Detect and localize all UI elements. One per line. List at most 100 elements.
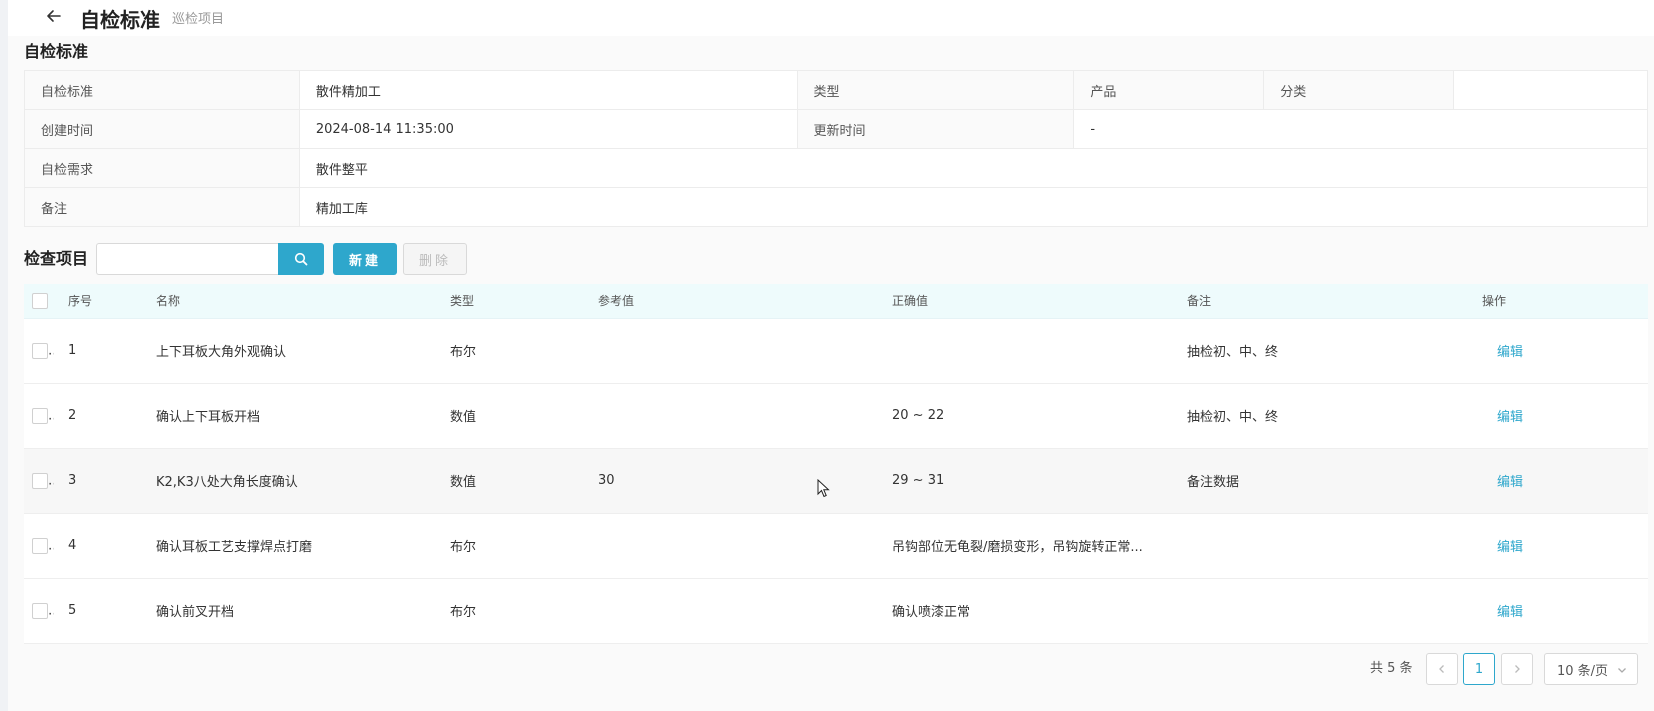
- cell-type: 布尔: [436, 578, 584, 644]
- column-header: 类型: [436, 284, 584, 319]
- row-select-cell: [24, 318, 54, 384]
- edit-link[interactable]: 编辑: [1497, 345, 1523, 360]
- row-select-cell: [24, 578, 54, 644]
- page-size-select[interactable]: 10 条/页: [1544, 653, 1638, 685]
- info-row: 备注 精加工库: [24, 187, 1649, 227]
- column-header: 序号: [54, 284, 142, 319]
- page: 自检标准 巡检项目 自检标准 自检标准 散件精加工 类型 产品 分类 创建时间 …: [0, 0, 1654, 711]
- cell-correct: 29 ~ 31: [878, 448, 1173, 514]
- row-checkbox[interactable]: [32, 472, 48, 489]
- row-checkbox[interactable]: [32, 407, 48, 424]
- row-checkbox[interactable]: [32, 537, 48, 554]
- column-header: 名称: [142, 284, 436, 319]
- info-row: 自检需求 散件整平: [24, 148, 1649, 188]
- items-table: 序号 名称 类型 参考值 正确值 备注 操作 1 上下耳板大角外观确认 布尔 抽…: [24, 284, 1648, 644]
- cell-action: 编辑: [1468, 383, 1648, 449]
- info-value: -: [1073, 109, 1648, 149]
- cell-no: 4: [54, 513, 142, 579]
- cell-name: 确认前叉开档: [142, 578, 436, 644]
- table-header-row: 序号 名称 类型 参考值 正确值 备注 操作: [24, 284, 1648, 319]
- info-label: 备注: [24, 187, 300, 227]
- row-select-cell: [24, 513, 54, 579]
- cell-name: K2,K3八处大角长度确认: [142, 448, 436, 514]
- page-number-button[interactable]: 1: [1463, 653, 1495, 685]
- cell-type: 布尔: [436, 318, 584, 384]
- cell-ref: [584, 513, 878, 579]
- search-input[interactable]: [96, 243, 278, 275]
- cell-action: 编辑: [1468, 318, 1648, 384]
- next-page-button[interactable]: [1501, 653, 1533, 685]
- table-row: 2 确认上下耳板开档 数值 20 ~ 22 抽检初、中、终 编辑: [24, 383, 1648, 449]
- items-toolbar: 检查项目 新建 删除: [24, 241, 1648, 275]
- edit-link[interactable]: 编辑: [1497, 410, 1523, 425]
- cell-correct: 确认喷漆正常: [878, 578, 1173, 644]
- row-select-cell: [24, 448, 54, 514]
- info-label: 自检标准: [24, 70, 300, 110]
- info-label: 分类: [1263, 70, 1455, 110]
- cell-type: 布尔: [436, 513, 584, 579]
- row-select-cell: [24, 383, 54, 449]
- page-subtitle: 巡检项目: [172, 12, 225, 27]
- row-checkbox[interactable]: [32, 602, 48, 619]
- left-strip: [0, 0, 8, 711]
- info-label: 类型: [796, 70, 1075, 110]
- cell-action: 编辑: [1468, 578, 1648, 644]
- cell-ref: [584, 383, 878, 449]
- edit-link[interactable]: 编辑: [1497, 540, 1523, 555]
- cell-correct: 20 ~ 22: [878, 383, 1173, 449]
- row-checkbox[interactable]: [32, 342, 48, 359]
- info-label: 更新时间: [796, 109, 1075, 149]
- info-value: 散件精加工: [298, 70, 798, 110]
- pagination-total: 共 5 条: [1370, 661, 1413, 676]
- chevron-right-icon: [1515, 665, 1520, 673]
- search-icon: [294, 252, 308, 266]
- delete-button[interactable]: 删除: [403, 243, 467, 275]
- info-row: 创建时间 2024-08-14 11:35:00 更新时间 -: [24, 109, 1648, 149]
- column-header: 参考值: [584, 284, 878, 319]
- info-section-title: 自检标准: [24, 42, 89, 61]
- page-title: 自检标准: [80, 8, 160, 32]
- select-all-checkbox[interactable]: [32, 292, 48, 309]
- cell-name: 确认上下耳板开档: [142, 383, 436, 449]
- search-button[interactable]: [278, 243, 324, 275]
- table-row: 4 确认耳板工艺支撑焊点打磨 布尔 吊钩部位无龟裂/磨损变形，吊钩旋转正常...…: [24, 513, 1648, 579]
- cell-name: 确认耳板工艺支撑焊点打磨: [142, 513, 436, 579]
- cell-action: 编辑: [1468, 448, 1648, 514]
- chevron-down-icon: [1618, 668, 1626, 673]
- cell-ref: [584, 318, 878, 384]
- prev-page-button[interactable]: [1426, 653, 1458, 685]
- cell-no: 1: [54, 318, 142, 384]
- column-header: 正确值: [878, 284, 1173, 319]
- table-row: 3 K2,K3八处大角长度确认 数值 30 29 ~ 31 备注数据 编辑: [24, 448, 1648, 514]
- column-header: 操作: [1468, 284, 1648, 319]
- info-row: 自检标准 散件精加工 类型 产品 分类: [24, 70, 1648, 110]
- cell-note: 抽检初、中、终: [1173, 383, 1468, 449]
- table-row: 5 确认前叉开档 布尔 确认喷漆正常 编辑: [24, 578, 1648, 644]
- info-value: 散件整平: [298, 148, 1649, 188]
- cell-no: 2: [54, 383, 142, 449]
- edit-link[interactable]: 编辑: [1497, 605, 1523, 620]
- info-label: 产品: [1073, 70, 1265, 110]
- edit-link[interactable]: 编辑: [1497, 475, 1523, 490]
- back-button[interactable]: [44, 6, 64, 26]
- cell-ref: [584, 578, 878, 644]
- info-value: 2024-08-14 11:35:00: [298, 109, 798, 149]
- info-label: 创建时间: [24, 109, 300, 149]
- cell-note: 备注数据: [1173, 448, 1468, 514]
- new-button[interactable]: 新建: [333, 243, 397, 275]
- cell-no: 3: [54, 448, 142, 514]
- cell-note: [1173, 513, 1468, 579]
- page-header: 自检标准 巡检项目: [8, 0, 1654, 36]
- cell-name: 上下耳板大角外观确认: [142, 318, 436, 384]
- chevron-left-icon: [1439, 665, 1444, 673]
- info-label: 自检需求: [24, 148, 300, 188]
- cell-note: 抽检初、中、终: [1173, 318, 1468, 384]
- info-value: 精加工库: [298, 187, 1649, 227]
- cell-type: 数值: [436, 448, 584, 514]
- cell-correct: 吊钩部位无龟裂/磨损变形，吊钩旋转正常...: [878, 513, 1173, 579]
- page-size-value: 10 条/页: [1557, 663, 1609, 679]
- cell-type: 数值: [436, 383, 584, 449]
- mouse-cursor-icon: [817, 479, 830, 498]
- cell-correct: [878, 318, 1173, 384]
- items-section-title: 检查项目: [24, 249, 89, 268]
